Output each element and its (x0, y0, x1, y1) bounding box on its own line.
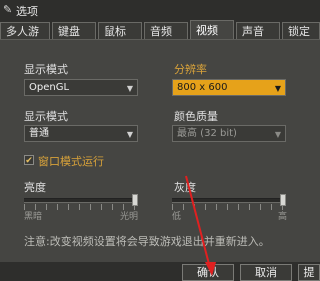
title-bar: ✎ 选项 (0, 0, 320, 20)
display-mode-label: 显示模式 (24, 63, 68, 76)
cancel-button[interactable]: 取消 (240, 264, 292, 281)
gamma-ticks (172, 204, 286, 210)
color-quality-select[interactable]: 最高 (32 bit) ▼ (172, 125, 286, 142)
tab-sound[interactable]: 声音 (236, 22, 280, 39)
tab-keyboard[interactable]: 键盘 (52, 22, 96, 39)
tab-bar: 多人游戏 键盘 鼠标 音频 视频 声音 锁定 (0, 20, 320, 55)
resolution-value: 800 x 600 (177, 82, 228, 93)
gamma-max-label: 高 (278, 212, 288, 222)
wrench-icon: ✎ (3, 3, 13, 16)
gamma-slider-track[interactable] (172, 198, 286, 203)
gamma-slider-thumb[interactable] (280, 194, 286, 206)
chevron-down-icon: ▼ (274, 130, 281, 139)
brightness-slider-track[interactable] (24, 198, 138, 203)
brightness-max-label: 光明 (120, 212, 139, 222)
resolution-select[interactable]: 800 x 600 ▼ (172, 79, 286, 96)
chevron-down-icon: ▼ (126, 84, 133, 93)
chevron-down-icon: ▼ (274, 84, 281, 93)
window-title: 选项 (16, 5, 38, 18)
brightness-min-label: 黑暗 (24, 212, 43, 222)
resolution-label: 分辨率 (174, 63, 207, 76)
gamma-min-label: 低 (172, 212, 182, 222)
ok-button[interactable]: 确认 (182, 264, 234, 281)
brightness-slider-thumb[interactable] (132, 194, 138, 206)
windowed-label: 窗口模式运行 (38, 155, 104, 168)
display-mode2-label: 显示模式 (24, 110, 68, 123)
tab-multiplayer[interactable]: 多人游戏 (0, 22, 50, 55)
color-quality-label: 颜色质量 (174, 110, 218, 123)
display-mode-select[interactable]: OpenGL ▼ (24, 79, 138, 96)
display-mode2-select[interactable]: 普通 ▼ (24, 125, 138, 142)
display-mode2-value: 普通 (29, 128, 49, 139)
tab-lock[interactable]: 锁定 (282, 22, 320, 39)
gamma-label: 灰度 (174, 181, 196, 194)
apply-button[interactable]: 提交 (298, 264, 320, 281)
display-mode-value: OpenGL (29, 82, 70, 93)
chevron-down-icon: ▼ (126, 130, 133, 139)
tab-mouse[interactable]: 鼠标 (98, 22, 142, 39)
color-quality-value: 最高 (32 bit) (177, 128, 237, 139)
restart-note: 注意:改变视频设置将会导致游戏退出并重新进入。 (24, 235, 270, 248)
tab-video[interactable]: 视频 (190, 20, 234, 39)
windowed-checkbox[interactable]: ✔ (24, 155, 34, 166)
tab-audio[interactable]: 音频 (144, 22, 188, 39)
brightness-label: 亮度 (24, 181, 46, 194)
